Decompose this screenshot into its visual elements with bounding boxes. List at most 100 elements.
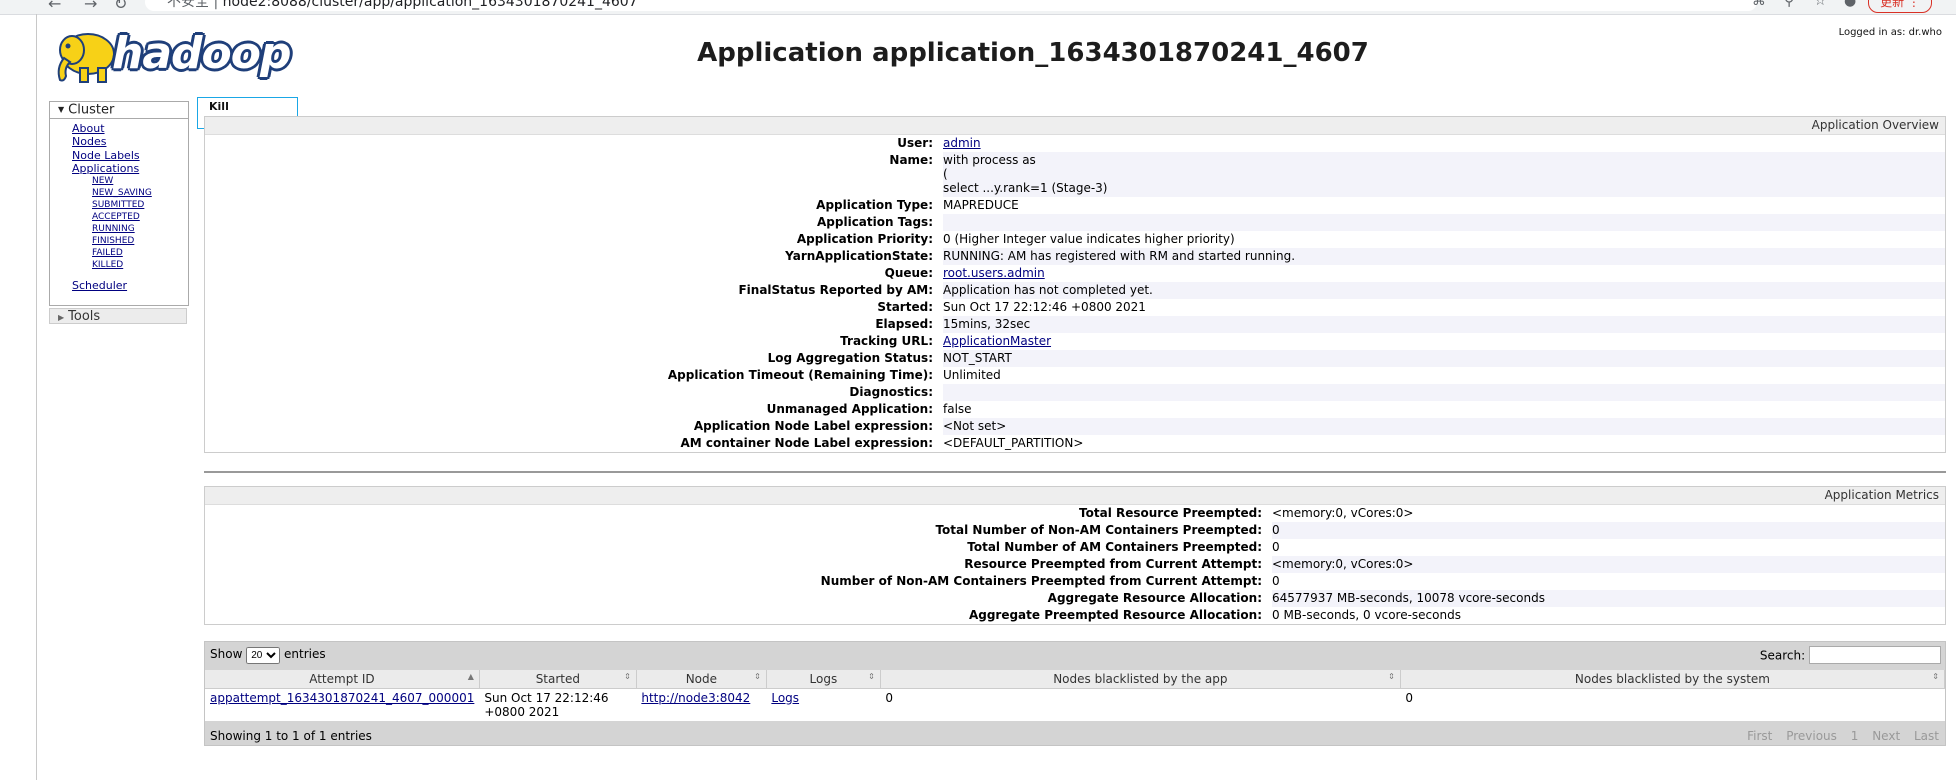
info-row: Queue: root.users.admin bbox=[205, 265, 1945, 282]
info-value-link[interactable]: root.users.admin bbox=[943, 266, 1045, 280]
info-row: YarnApplicationState: RUNNING: AM has reg… bbox=[205, 248, 1945, 265]
sidebar-cluster-header[interactable]: ▼ Cluster bbox=[50, 102, 188, 119]
info-row: Application Timeout (Remaining Time): Unl… bbox=[205, 367, 1945, 384]
info-value: RUNNING: AM has registered with RM and s… bbox=[943, 249, 1296, 263]
info-row: Tracking URL: ApplicationMaster bbox=[205, 333, 1945, 350]
translate-icon[interactable]: ⌘ bbox=[1752, 0, 1766, 9]
forward-icon[interactable]: → bbox=[84, 0, 97, 13]
reload-icon[interactable]: ↻ bbox=[114, 0, 127, 13]
bookmark-star-icon[interactable]: ☆ bbox=[1814, 0, 1827, 9]
sidebar-state-running[interactable]: RUNNING bbox=[72, 223, 188, 235]
info-value: 0 bbox=[1272, 540, 1280, 554]
info-value: Unlimited bbox=[943, 368, 1001, 382]
info-value: MAPREDUCE bbox=[943, 198, 1019, 212]
info-row: Application Tags: bbox=[205, 214, 1945, 231]
show-label: Show bbox=[210, 647, 243, 661]
pager-page-1[interactable]: 1 bbox=[1851, 729, 1859, 743]
info-value-link[interactable]: admin bbox=[943, 136, 981, 150]
info-row: Application Node Label expression: <Not s… bbox=[205, 418, 1945, 435]
info-label: FinalStatus Reported by AM: bbox=[738, 283, 933, 297]
sort-icon: ⇕ bbox=[754, 672, 761, 681]
pager-previous[interactable]: Previous bbox=[1786, 729, 1837, 743]
info-value: 15mins, 32sec bbox=[943, 317, 1031, 331]
sidebar-state-killed[interactable]: KILLED bbox=[72, 259, 188, 271]
info-label: Name: bbox=[889, 153, 933, 167]
search-control: Search: bbox=[1760, 646, 1941, 664]
sidebar-link-node-labels[interactable]: Node Labels bbox=[72, 149, 188, 162]
metrics-table: Total Resource Preempted: <memory:0, vCor… bbox=[205, 505, 1945, 624]
sidebar-state-accepted[interactable]: ACCEPTED bbox=[72, 211, 188, 223]
info-label: Resource Preempted from Current Attempt: bbox=[964, 557, 1262, 571]
browser-toolbar: ← → ↻ 不安全 | node2:8088/cluster/app/appli… bbox=[0, 0, 1956, 15]
info-value-cell: 0 bbox=[1272, 573, 1945, 590]
address-bar[interactable]: 不安全 | node2:8088/cluster/app/application… bbox=[145, 0, 1757, 11]
info-value-cell: RUNNING: AM has registered with RM and s… bbox=[943, 248, 1945, 265]
info-value: NOT_START bbox=[943, 351, 1012, 365]
sidebar-state-failed[interactable]: FAILED bbox=[72, 247, 188, 259]
column-attempt-id[interactable]: Attempt ID ▲ bbox=[205, 670, 480, 689]
info-label: Tracking URL: bbox=[840, 334, 933, 348]
info-value: 0 bbox=[1272, 574, 1280, 588]
info-value: Sun Oct 17 22:12:46 +0800 2021 bbox=[943, 300, 1146, 314]
overview-header: Application Overview bbox=[205, 117, 1945, 135]
sidebar-state-finished[interactable]: FINISHED bbox=[72, 235, 188, 247]
back-icon[interactable]: ← bbox=[48, 0, 61, 13]
info-value-cell: admin bbox=[943, 135, 1945, 152]
pager-next[interactable]: Next bbox=[1872, 729, 1900, 743]
sort-icon: ⇕ bbox=[1388, 672, 1395, 681]
column-blacklisted-system[interactable]: Nodes blacklisted by the system ⇕ bbox=[1400, 670, 1946, 689]
pager-last[interactable]: Last bbox=[1914, 729, 1939, 743]
info-value-cell: ApplicationMaster bbox=[943, 333, 1945, 350]
sidebar-link-about[interactable]: About bbox=[72, 122, 188, 135]
info-label: Elapsed: bbox=[875, 317, 933, 331]
info-value-cell: <Not set> bbox=[943, 418, 1945, 435]
info-value-cell bbox=[943, 384, 1945, 401]
application-overview: Application Overview User: admin Name: with… bbox=[204, 116, 1946, 453]
page-title: Application application_1634301870241_46… bbox=[697, 38, 1369, 68]
column-started[interactable]: Started ⇕ bbox=[479, 670, 637, 689]
logs-link[interactable]: Logs bbox=[771, 691, 799, 705]
search-label: Search: bbox=[1759, 648, 1806, 663]
sidebar-link-nodes[interactable]: Nodes bbox=[72, 135, 188, 148]
info-row: Aggregate Preempted Resource Allocation:… bbox=[205, 607, 1945, 624]
info-row: Unmanaged Application: false bbox=[205, 401, 1945, 418]
info-row: Application Type: MAPREDUCE bbox=[205, 197, 1945, 214]
info-value: <memory:0, vCores:0> bbox=[1272, 506, 1414, 520]
pager-first[interactable]: First bbox=[1747, 729, 1772, 743]
info-row: Total Number of AM Containers Preempted:… bbox=[205, 539, 1945, 556]
sidebar-state-new-saving[interactable]: NEW_SAVING bbox=[72, 187, 188, 199]
profile-avatar-icon[interactable]: ● bbox=[1844, 0, 1856, 9]
info-label: Aggregate Preempted Resource Allocation: bbox=[968, 608, 1262, 622]
info-label: Total Number of AM Containers Preempted: bbox=[967, 540, 1262, 554]
sidebar-tools[interactable]: ▶ Tools bbox=[49, 308, 187, 324]
search-input[interactable] bbox=[1809, 646, 1941, 664]
table-info: Showing 1 to 1 of 1 entries bbox=[210, 729, 372, 743]
info-label: Application Priority: bbox=[796, 232, 933, 246]
sidebar-state-new[interactable]: NEW bbox=[72, 175, 188, 187]
update-button[interactable]: 更新 ⋮ bbox=[1868, 0, 1932, 13]
info-value-link[interactable]: ApplicationMaster bbox=[943, 334, 1051, 348]
sidebar-link-applications[interactable]: Applications bbox=[72, 162, 188, 175]
column-logs[interactable]: Logs ⇕ bbox=[766, 670, 881, 689]
column-blacklisted-app[interactable]: Nodes blacklisted by the app ⇕ bbox=[880, 670, 1401, 689]
page-size-select[interactable]: 20 bbox=[246, 647, 281, 664]
zoom-icon[interactable]: ⚲ bbox=[1784, 0, 1794, 9]
attempt-id-link[interactable]: appattempt_1634301870241_4607_000001 bbox=[210, 691, 474, 705]
info-value: <memory:0, vCores:0> bbox=[1272, 557, 1414, 571]
info-value-cell: root.users.admin bbox=[943, 265, 1945, 282]
info-value: 0 (Higher Integer value indicates higher… bbox=[943, 232, 1235, 246]
info-label: Number of Non-AM Containers Preempted fr… bbox=[820, 574, 1262, 588]
info-label: Total Number of Non-AM Containers Preemp… bbox=[935, 523, 1262, 537]
info-row: AM container Node Label expression: <DEFA… bbox=[205, 435, 1945, 452]
info-value-cell: 0 MB-seconds, 0 vcore-seconds bbox=[1272, 607, 1945, 624]
info-value-cell: with process as ( select ...y.rank=1 (St… bbox=[943, 152, 1945, 197]
sort-asc-icon: ▲ bbox=[467, 672, 474, 681]
url-text: node2:8088/cluster/app/application_16343… bbox=[222, 0, 638, 10]
info-value-cell: <DEFAULT_PARTITION> bbox=[943, 435, 1945, 452]
node-link[interactable]: http://node3:8042 bbox=[641, 691, 750, 705]
info-value-cell: <memory:0, vCores:0> bbox=[1272, 505, 1945, 522]
sidebar-state-submitted[interactable]: SUBMITTED bbox=[72, 199, 188, 211]
sidebar-link-scheduler[interactable]: Scheduler bbox=[72, 279, 188, 292]
column-node[interactable]: Node ⇕ bbox=[636, 670, 767, 689]
info-label: Application Tags: bbox=[817, 215, 933, 229]
